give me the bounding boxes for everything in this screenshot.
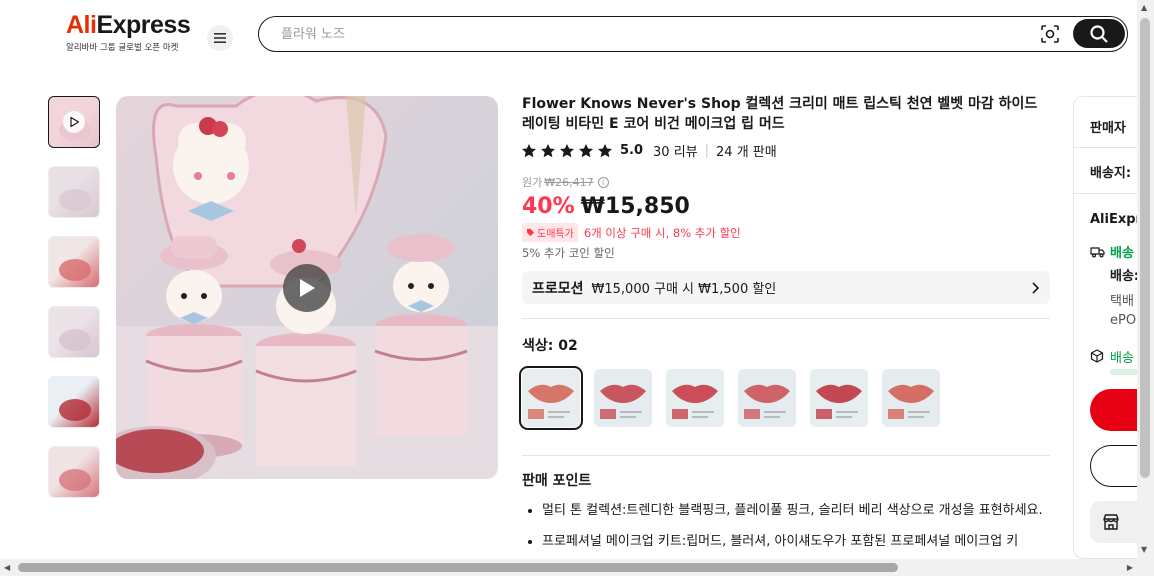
store-icon — [1103, 514, 1119, 530]
product-thumbnail[interactable] — [48, 446, 100, 498]
rating-value: 5.0 — [620, 143, 644, 158]
product-thumbnail[interactable] — [48, 376, 100, 428]
product-thumbnail[interactable] — [48, 166, 100, 218]
color-swatch[interactable] — [666, 369, 724, 427]
camera-search-icon[interactable] — [1039, 23, 1061, 45]
rating-row: 5.0 30 리뷰 | 24 개 판매 — [522, 141, 1050, 160]
search-button[interactable] — [1073, 19, 1125, 48]
product-title: Flower Knows Never's Shop 컬렉션 크리미 매트 립스틱… — [522, 96, 1038, 132]
scroll-down-arrow[interactable]: ▼ — [1141, 545, 1147, 554]
color-swatch[interactable] — [810, 369, 868, 427]
color-label: 색상: 02 — [522, 338, 578, 354]
scroll-right-arrow[interactable]: ▶ — [1127, 563, 1133, 572]
aliexpress-shipping-label: AliExpr — [1090, 212, 1142, 227]
original-price: ₩26,417 — [544, 175, 594, 189]
ship-to-label[interactable]: 배송지: — [1090, 162, 1131, 181]
box-icon — [1090, 348, 1104, 367]
selling-points-title: 판매 포인트 — [522, 473, 592, 489]
delivery-label: 배송: — [1110, 269, 1140, 284]
search-icon — [1090, 24, 1108, 43]
logo-subtitle: 알리바바 그룹 글로벌 오픈 마켓 — [66, 43, 179, 53]
review-count[interactable]: 30 리뷰 — [653, 141, 698, 160]
vertical-scroll-thumb[interactable] — [1140, 18, 1150, 478]
thumbnail-list — [48, 96, 102, 516]
scroll-left-arrow[interactable]: ◀ — [4, 563, 10, 572]
star-rating[interactable] — [522, 143, 612, 158]
promotion-text: ₩15,000 구매 시 ₩1,500 할인 — [591, 282, 777, 297]
original-price-row: 원가 ₩26,417 i — [522, 174, 1050, 190]
scroll-up-arrow[interactable]: ▲ — [1141, 3, 1147, 12]
color-swatch[interactable] — [594, 369, 652, 427]
search-bar — [258, 16, 1128, 52]
discount-percent: 40% — [522, 194, 575, 219]
color-swatch[interactable] — [882, 369, 940, 427]
sold-count: 24 개 판매 — [716, 145, 777, 160]
divider — [522, 318, 1050, 319]
vertical-scrollbar[interactable]: ▲ ▼ — [1137, 0, 1154, 576]
color-swatches — [519, 366, 1050, 430]
logo-text-b: Express — [96, 11, 191, 39]
delivery-green-text: 배송 — [1110, 246, 1134, 261]
color-swatch[interactable] — [738, 369, 796, 427]
separator: | — [704, 143, 710, 158]
selling-points-list: 멀티 톤 컬렉션:트렌디한 블랙핑크, 플레이풀 핑크, 슬리터 베리 색상으로… — [522, 500, 1050, 552]
product-thumbnail[interactable] — [48, 96, 100, 148]
product-thumbnail[interactable] — [48, 236, 100, 288]
play-icon — [63, 111, 85, 133]
selling-point: 멀티 톤 컬렉션:트렌디한 블랙핑크, 플레이풀 핑크, 슬리터 베리 색상으로… — [542, 500, 1050, 521]
divider — [522, 455, 1050, 456]
original-price-label: 원가 — [522, 176, 543, 189]
wholesale-badge: 도매특가 — [522, 223, 578, 242]
play-video-button[interactable] — [283, 264, 331, 312]
product-info: Flower Knows Never's Shop 컬렉션 크리미 매트 립스틱… — [519, 94, 1050, 562]
info-icon[interactable]: i — [597, 176, 609, 188]
search-input[interactable] — [281, 23, 1001, 45]
price-row: 40% ₩15,850 — [522, 194, 1050, 219]
product-main-image[interactable] — [116, 96, 498, 479]
horizontal-scrollbar[interactable]: ◀ ▶ — [0, 559, 1137, 576]
color-swatch[interactable] — [519, 366, 583, 430]
tag-icon — [526, 228, 535, 237]
chevron-right-icon — [1032, 281, 1040, 294]
wholesale-badge-label: 도매특가 — [537, 229, 574, 240]
delivery-green-text-2: 배송 — [1110, 351, 1134, 366]
play-icon — [300, 279, 315, 297]
seller-label: 판매자 — [1090, 121, 1126, 136]
promotion-label: 프로모션 — [532, 280, 584, 297]
delivery-line-1: 택배 — [1110, 294, 1134, 309]
current-price: ₩15,850 — [580, 194, 690, 219]
aliexpress-logo[interactable]: AliExpress 알리바바 그룹 글로벌 오픈 마켓 — [66, 12, 196, 53]
coin-discount: 5% 추가 코인 할인 — [522, 246, 615, 260]
product-thumbnail[interactable] — [48, 306, 100, 358]
promotion-bar[interactable]: 프로모션 ₩15,000 구매 시 ₩1,500 할인 — [522, 271, 1050, 304]
delivery-line-2: ePO — [1110, 313, 1137, 328]
wholesale-text: 6개 이상 구매 시, 8% 추가 할인 — [583, 225, 741, 240]
logo-text-a: Ali — [66, 11, 97, 39]
hamburger-icon[interactable] — [207, 25, 233, 51]
selling-point: 프로페셔널 메이크업 키트:립머드, 블러셔, 아이섀도우가 포함된 프로페셔널… — [542, 531, 1050, 552]
truck-icon — [1090, 243, 1105, 262]
wholesale-row: 도매특가 6개 이상 구매 시, 8% 추가 할인 — [522, 223, 1050, 242]
horizontal-scroll-thumb[interactable] — [18, 563, 898, 572]
